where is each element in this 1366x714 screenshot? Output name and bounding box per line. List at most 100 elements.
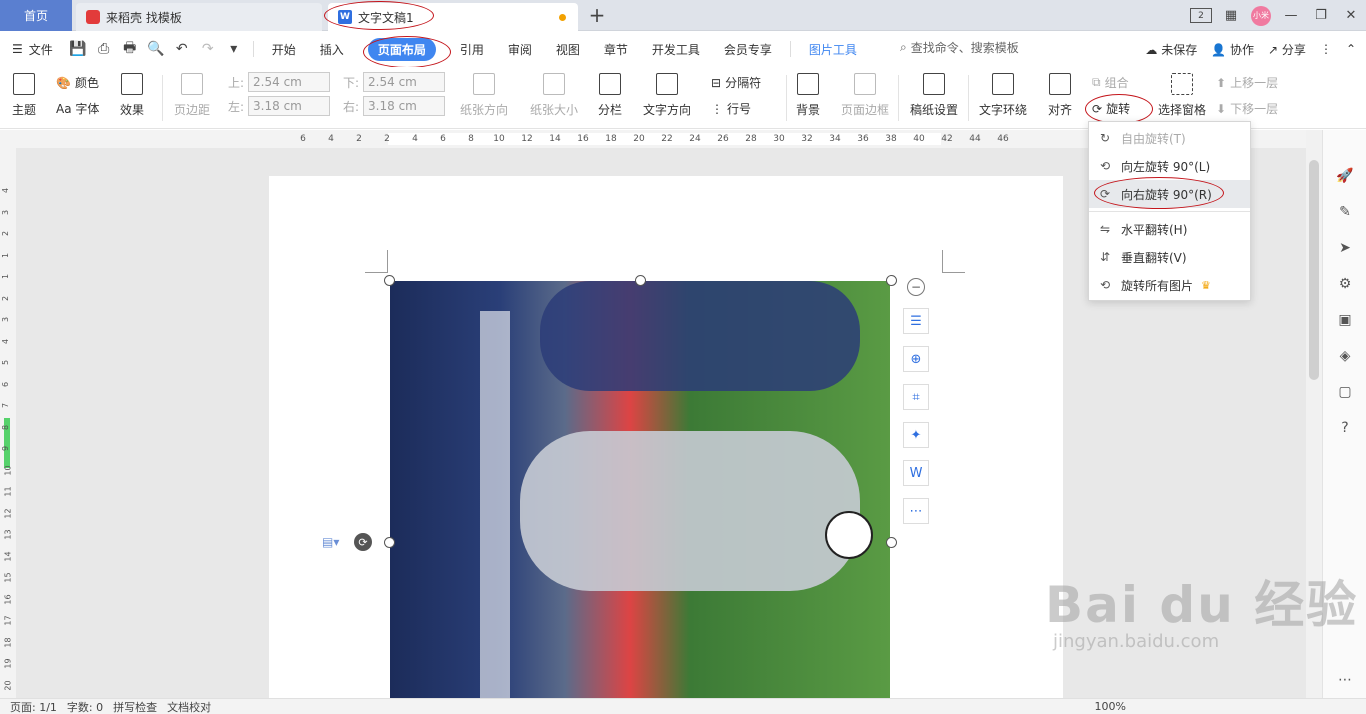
layout-options-icon[interactable]: ▤▾ bbox=[322, 535, 339, 549]
apps-grid-icon[interactable]: ▦ bbox=[1216, 0, 1246, 31]
margin-top-input[interactable]: 2.54 cm bbox=[248, 72, 331, 92]
group-button[interactable]: ⧉ 组合 bbox=[1092, 74, 1129, 91]
collapse-tools-icon[interactable]: − bbox=[907, 278, 925, 296]
window-switch-button[interactable]: 2 bbox=[1186, 0, 1216, 31]
ruler-tick: 4 bbox=[1, 338, 11, 344]
help-icon[interactable]: ? bbox=[1335, 418, 1355, 438]
resize-handle-tr[interactable] bbox=[886, 275, 897, 286]
image-settings-icon[interactable]: ▣ bbox=[1335, 310, 1355, 330]
flip-horizontal-item[interactable]: ⇋ 水平翻转(H) bbox=[1089, 215, 1250, 243]
restore-button[interactable]: ❐ bbox=[1306, 0, 1336, 31]
rotate-left-item[interactable]: ⟲ 向左旋转 90°(L) bbox=[1089, 152, 1250, 180]
paper-size-button[interactable]: 纸张大小 bbox=[530, 73, 578, 118]
spell-check[interactable]: 拼写检查 bbox=[113, 699, 157, 714]
tab-picture-tools[interactable]: 图片工具 bbox=[797, 31, 869, 67]
scrollbar-thumb[interactable] bbox=[1309, 160, 1319, 380]
collaborate-button[interactable]: 👤 协作 bbox=[1211, 41, 1254, 58]
more-menu-icon[interactable]: ⋮ bbox=[1320, 42, 1332, 56]
free-rotate-item[interactable]: ↻ 自由旋转(T) bbox=[1089, 124, 1250, 152]
wrap-text-tool-icon[interactable]: ☰ bbox=[903, 308, 929, 334]
color-button[interactable]: 🎨 颜色 bbox=[56, 74, 99, 91]
tab-document[interactable]: W 文字文稿1 bbox=[328, 3, 578, 31]
theme-button[interactable]: 主题 bbox=[12, 73, 36, 118]
tab-review[interactable]: 审阅 bbox=[496, 31, 544, 67]
sliders-icon[interactable]: ⚙ bbox=[1335, 274, 1355, 294]
collapse-ribbon-icon[interactable]: ⌃ bbox=[1346, 42, 1356, 56]
resize-handle-tl[interactable] bbox=[384, 275, 395, 286]
page-border-button[interactable]: 页面边框 bbox=[841, 73, 889, 118]
quick-access-more-icon[interactable]: ▾ bbox=[223, 38, 245, 60]
tab-references[interactable]: 引用 bbox=[448, 31, 496, 67]
preview-icon[interactable]: 🔍 bbox=[145, 38, 167, 60]
tab-insert[interactable]: 插入 bbox=[308, 31, 356, 67]
zoom-level[interactable]: 100% bbox=[1095, 700, 1126, 713]
effect-button[interactable]: 效果 bbox=[120, 73, 144, 118]
ideas-tool-icon[interactable]: ✦ bbox=[903, 422, 929, 448]
send-backward-button[interactable]: ⬇ 下移一层 bbox=[1216, 100, 1278, 117]
add-tab-button[interactable]: + bbox=[586, 3, 608, 27]
tab-sections[interactable]: 章节 bbox=[592, 31, 640, 67]
file-menu[interactable]: ☰ 文件 bbox=[0, 31, 65, 67]
more-sidebar-icon[interactable]: ⋯ bbox=[1335, 670, 1355, 690]
margin-right-input[interactable]: 3.18 cm bbox=[363, 96, 446, 116]
tab-page-layout[interactable]: 页面布局 bbox=[356, 31, 448, 67]
user-avatar[interactable]: 小米 bbox=[1246, 0, 1276, 31]
share-button[interactable]: ↗ 分享 bbox=[1268, 41, 1306, 58]
unsaved-label: 未保存 bbox=[1161, 42, 1198, 57]
rotate-right-item[interactable]: ⟳ 向右旋转 90°(R) bbox=[1089, 180, 1250, 208]
ruler-tick: 30 bbox=[773, 134, 785, 144]
cursor-icon[interactable]: ➤ bbox=[1335, 238, 1355, 258]
margin-bottom-input[interactable]: 2.54 cm bbox=[363, 72, 446, 92]
location-icon[interactable]: ◈ bbox=[1335, 346, 1355, 366]
resize-handle-ml[interactable] bbox=[384, 537, 395, 548]
export-icon[interactable]: ⎙ bbox=[93, 38, 115, 60]
zoom-tool-icon[interactable]: ⊕ bbox=[903, 346, 929, 372]
rotate-button[interactable]: ⟳ 旋转 bbox=[1092, 100, 1130, 117]
command-search[interactable]: ⌕ 查找命令、搜索模板 bbox=[900, 39, 1019, 56]
undo-icon[interactable]: ↶ bbox=[171, 38, 193, 60]
more-tools-icon[interactable]: ⋯ bbox=[903, 498, 929, 524]
ruler-tick: 36 bbox=[857, 134, 869, 144]
tab-developer[interactable]: 开发工具 bbox=[640, 31, 712, 67]
save-icon[interactable]: 💾 bbox=[67, 38, 89, 60]
flip-vertical-item[interactable]: ⇵ 垂直翻转(V) bbox=[1089, 243, 1250, 271]
selection-pane-button[interactable]: 选择窗格 bbox=[1158, 73, 1206, 118]
rocket-icon[interactable]: 🚀 bbox=[1335, 166, 1355, 186]
resize-handle-mr[interactable] bbox=[886, 537, 897, 548]
margin-left-input[interactable]: 3.18 cm bbox=[248, 96, 331, 116]
close-window-button[interactable]: ✕ bbox=[1336, 0, 1366, 31]
bookmark-icon[interactable]: ▢ bbox=[1335, 382, 1355, 402]
orientation-button[interactable]: 纸张方向 bbox=[460, 73, 508, 118]
page-count[interactable]: 页面: 1/1 bbox=[10, 699, 57, 714]
tab-home[interactable]: 首页 bbox=[0, 0, 72, 31]
crop-tool-icon[interactable]: ⌗ bbox=[903, 384, 929, 410]
align-button[interactable]: 对齐 bbox=[1048, 73, 1072, 118]
tab-docer-templates[interactable]: 来稻壳 找模板 bbox=[76, 3, 322, 31]
background-button[interactable]: 背景 bbox=[796, 73, 820, 118]
resize-handle-tc[interactable] bbox=[635, 275, 646, 286]
selected-image[interactable] bbox=[390, 281, 890, 698]
text-wrap-button[interactable]: 文字环绕 bbox=[979, 73, 1027, 118]
text-direction-button[interactable]: 文字方向 bbox=[643, 73, 691, 118]
image-to-text-tool-icon[interactable]: W bbox=[903, 460, 929, 486]
margins-button[interactable]: 页边距 bbox=[174, 73, 210, 118]
minimize-button[interactable]: — bbox=[1276, 0, 1306, 31]
pen-icon[interactable]: ✎ bbox=[1335, 202, 1355, 222]
font-button[interactable]: Aa 字体 bbox=[56, 100, 99, 117]
unsaved-button[interactable]: ☁ 未保存 bbox=[1145, 41, 1197, 58]
word-count[interactable]: 字数: 0 bbox=[67, 699, 103, 714]
proofread[interactable]: 文档校对 bbox=[167, 699, 211, 714]
tab-member[interactable]: 会员专享 bbox=[712, 31, 784, 67]
print-icon[interactable]: 🖶 bbox=[119, 38, 141, 60]
rotate-handle-icon[interactable]: ⟳ bbox=[354, 533, 372, 551]
redo-icon[interactable]: ↷ bbox=[197, 38, 219, 60]
vertical-ruler[interactable]: 4 3 2 1 1 2 3 4 5 6 7 8 9 10 11 12 13 14 15 16 17 18 19 20 bbox=[0, 148, 16, 698]
rotate-all-item[interactable]: ⟲ 旋转所有图片 ♛ bbox=[1089, 271, 1250, 299]
line-number-button[interactable]: ⋮ 行号 bbox=[711, 100, 751, 117]
columns-button[interactable]: 分栏 bbox=[598, 73, 622, 118]
tab-view[interactable]: 视图 bbox=[544, 31, 592, 67]
manuscript-button[interactable]: 稿纸设置 bbox=[910, 73, 958, 118]
tab-start[interactable]: 开始 bbox=[260, 31, 308, 67]
bring-forward-button[interactable]: ⬆ 上移一层 bbox=[1216, 74, 1278, 91]
separator-button[interactable]: ⊟ 分隔符 bbox=[711, 74, 761, 91]
